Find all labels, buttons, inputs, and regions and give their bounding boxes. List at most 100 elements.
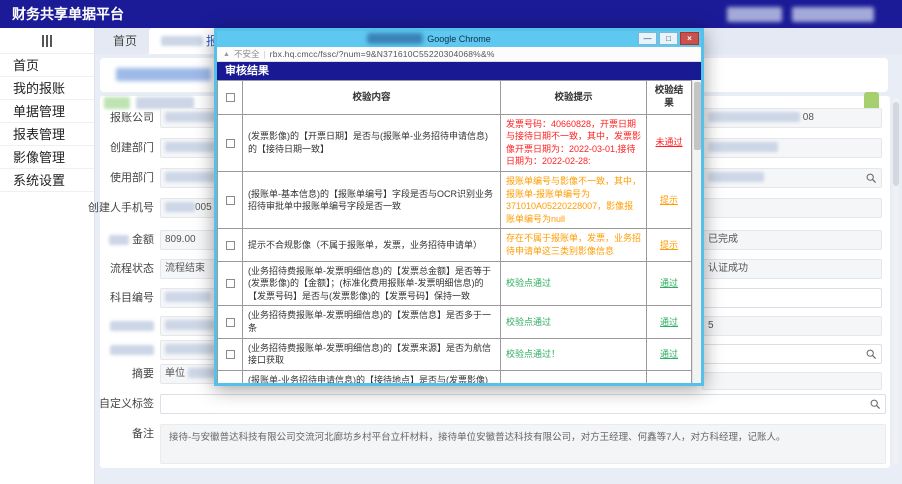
redacted-value bbox=[165, 112, 220, 122]
row-checkbox[interactable] bbox=[226, 241, 235, 250]
check-content: (报账单-基本信息)的【报账单编号】字段是否与OCR识别业务招待审批单中报账单编… bbox=[243, 171, 501, 228]
table-header-row: 校验内容 校验提示 校验结果 bbox=[218, 81, 692, 115]
check-prompt: 发票号码：40660828，开票日期与接待日期不一致，其中，发票影像开票日期为：… bbox=[501, 114, 647, 171]
remarks-value: 接待-与安徽普达科技有限公司交流河北廊坊乡村平台立杆材料，接待单位安徽普达科技有… bbox=[169, 432, 785, 443]
right-field-3[interactable] bbox=[702, 168, 882, 188]
right-field-9[interactable] bbox=[702, 344, 882, 364]
right-field-count[interactable]: 5 bbox=[702, 316, 882, 336]
right-field-10[interactable] bbox=[702, 372, 882, 390]
right-field-1-value: 08 bbox=[803, 112, 814, 123]
row-checkbox[interactable] bbox=[226, 139, 235, 148]
row-checkbox[interactable] bbox=[226, 318, 235, 327]
audit-table: 校验内容 校验提示 校验结果 (发票影像)的【开票日期】是否与(报账单-业务招待… bbox=[217, 80, 692, 383]
maximize-button[interactable]: □ bbox=[659, 32, 678, 45]
redacted-label bbox=[110, 321, 154, 331]
app-title: 财务共享单据平台 bbox=[0, 0, 124, 28]
field-label-summary: 摘要 bbox=[58, 364, 154, 384]
minimize-button[interactable]: — bbox=[638, 32, 657, 45]
field-label-process-status: 流程状态 bbox=[58, 259, 154, 279]
table-row: (发票影像)的【开票日期】是否与(报账单-业务招待申请信息)的【接待日期一致】 … bbox=[218, 114, 692, 171]
sidebar-item-home[interactable]: 首页 bbox=[0, 54, 94, 77]
modal-title: 审核结果 bbox=[217, 62, 701, 80]
check-result[interactable]: 通过 bbox=[660, 349, 678, 359]
row-checkbox[interactable] bbox=[226, 279, 235, 288]
check-result[interactable]: 提示 bbox=[660, 195, 678, 205]
right-field-2[interactable] bbox=[702, 138, 882, 158]
check-result[interactable]: 通过 bbox=[660, 317, 678, 327]
tab-home[interactable]: 首页 bbox=[101, 28, 149, 54]
check-content: (发票影像)的【开票日期】是否与(报账单-业务招待申请信息)的【接待日期一致】 bbox=[243, 114, 501, 171]
redacted-value bbox=[708, 112, 800, 122]
url-bar[interactable]: ▲ 不安全 | rbx.hq.cmcc/fssc/?num=9&N371610C… bbox=[217, 47, 701, 62]
check-content: (业务招待费报账单-发票明细信息)的【发票来源】是否为航信接口获取 bbox=[243, 338, 501, 370]
window-titlebar[interactable]: Google Chrome — □ × bbox=[217, 31, 701, 47]
menu-toggle-icon[interactable] bbox=[0, 28, 94, 54]
row-checkbox[interactable] bbox=[226, 196, 235, 205]
redacted-value bbox=[165, 172, 215, 182]
url-separator: | bbox=[263, 49, 265, 59]
right-field-1[interactable]: 08 bbox=[702, 108, 882, 128]
right-field-4[interactable] bbox=[702, 198, 882, 218]
count-value: 5 bbox=[708, 320, 714, 331]
sidebar-item-my-reimbursement[interactable]: 我的报账 bbox=[0, 77, 94, 100]
modal-scrollbar-thumb[interactable] bbox=[694, 82, 701, 150]
window-title: Google Chrome bbox=[217, 31, 701, 47]
redacted-user-name bbox=[792, 7, 874, 22]
app-root: 财务共享单据平台 首页 我的报账 单据管理 报表管理 影像管理 系统设置 首页 … bbox=[0, 0, 902, 484]
amount-label: 金额 bbox=[132, 234, 154, 246]
table-row: 提示不合规影像（不属于报账单，发票，业务招待申请单） 存在不属于报账单，发票，业… bbox=[218, 229, 692, 261]
auth-value: 认证成功 bbox=[708, 263, 748, 274]
security-warning-icon: ▲ bbox=[223, 51, 230, 58]
search-icon[interactable] bbox=[866, 349, 877, 360]
redacted-label bbox=[109, 235, 129, 245]
process-status-value: 流程结束 bbox=[165, 263, 205, 274]
security-label: 不安全 bbox=[234, 48, 260, 60]
check-prompt: 校验点通过！ bbox=[501, 338, 647, 370]
table-row: (业务招待费报账单-发票明细信息)的【发票信息】是否多于一条 校验点通过 通过 bbox=[218, 306, 692, 338]
redacted-value bbox=[708, 142, 778, 152]
redacted-value bbox=[165, 142, 215, 152]
check-content: (业务招待费报账单-发票明细信息)的【发票总金额】是否等于(发票影像)的【金额】… bbox=[243, 261, 501, 306]
redacted-field-label bbox=[58, 340, 154, 360]
redacted-field-label bbox=[58, 316, 154, 336]
table-row: (报账单-业务招待申请信息)的【接待地点】是否与(发票影像)的【销售方地址电话】… bbox=[218, 370, 692, 383]
redacted-user-info bbox=[727, 7, 782, 22]
redacted-label bbox=[110, 345, 154, 355]
redacted-value bbox=[165, 202, 195, 212]
check-result[interactable]: 未通过 bbox=[655, 137, 682, 147]
field-label-remarks: 备注 bbox=[58, 424, 154, 444]
check-prompt: 校验点通过 bbox=[501, 261, 647, 306]
redacted-value bbox=[165, 292, 211, 302]
right-field-auth[interactable]: 认证成功 bbox=[702, 259, 882, 279]
table-row: (业务招待费报账单-发票明细信息)的【发票来源】是否为航信接口获取 校验点通过！… bbox=[218, 338, 692, 370]
summary-value: 单位 bbox=[165, 368, 185, 379]
check-result[interactable]: 提示 bbox=[660, 240, 678, 250]
completed-value: 已完成 bbox=[708, 234, 738, 245]
right-field-completed[interactable]: 已完成 bbox=[702, 230, 882, 250]
check-prompt: 校验点通过 bbox=[501, 306, 647, 338]
right-field-7[interactable] bbox=[702, 288, 882, 308]
custom-tag-input[interactable] bbox=[160, 394, 886, 414]
audit-result-body: 校验内容 校验提示 校验结果 (发票影像)的【开票日期】是否与(报账单-业务招待… bbox=[217, 80, 701, 383]
remarks-textarea[interactable]: 接待-与安徽普达科技有限公司交流河北廊坊乡村平台立杆材料，接待单位安徽普达科技有… bbox=[160, 424, 886, 464]
check-content: (报账单-业务招待申请信息)的【接待地点】是否与(发票影像)的【销售方地址电话】… bbox=[243, 370, 501, 383]
field-label-custom-tag: 自定义标签 bbox=[58, 394, 154, 414]
column-header-result: 校验结果 bbox=[647, 81, 692, 115]
field-label-create-dept: 创建部门 bbox=[58, 138, 154, 158]
check-result[interactable]: 通过 bbox=[660, 278, 678, 288]
app-header: 财务共享单据平台 bbox=[0, 0, 902, 28]
column-header-prompt: 校验提示 bbox=[501, 81, 647, 115]
redacted-titlebar-text bbox=[367, 33, 423, 44]
field-label-using-dept: 使用部门 bbox=[58, 168, 154, 188]
page-scrollbar-thumb[interactable] bbox=[893, 102, 899, 186]
row-checkbox[interactable] bbox=[226, 350, 235, 359]
search-icon[interactable] bbox=[870, 399, 881, 410]
chrome-popup-window: Google Chrome — □ × ▲ 不安全 | rbx.hq.cmcc/… bbox=[214, 28, 704, 386]
select-all-checkbox[interactable] bbox=[226, 93, 235, 102]
close-button[interactable]: × bbox=[680, 32, 699, 45]
sidebar: 首页 我的报账 单据管理 报表管理 影像管理 系统设置 bbox=[0, 28, 95, 484]
redacted-value bbox=[165, 344, 215, 354]
check-prompt: 存在不属于报账单，发票，业务招待申请单这三类别影像信息 bbox=[501, 229, 647, 261]
table-row: (业务招待费报账单-发票明细信息)的【发票总金额】是否等于(发票影像)的【金额】… bbox=[218, 261, 692, 306]
search-icon[interactable] bbox=[866, 173, 877, 184]
